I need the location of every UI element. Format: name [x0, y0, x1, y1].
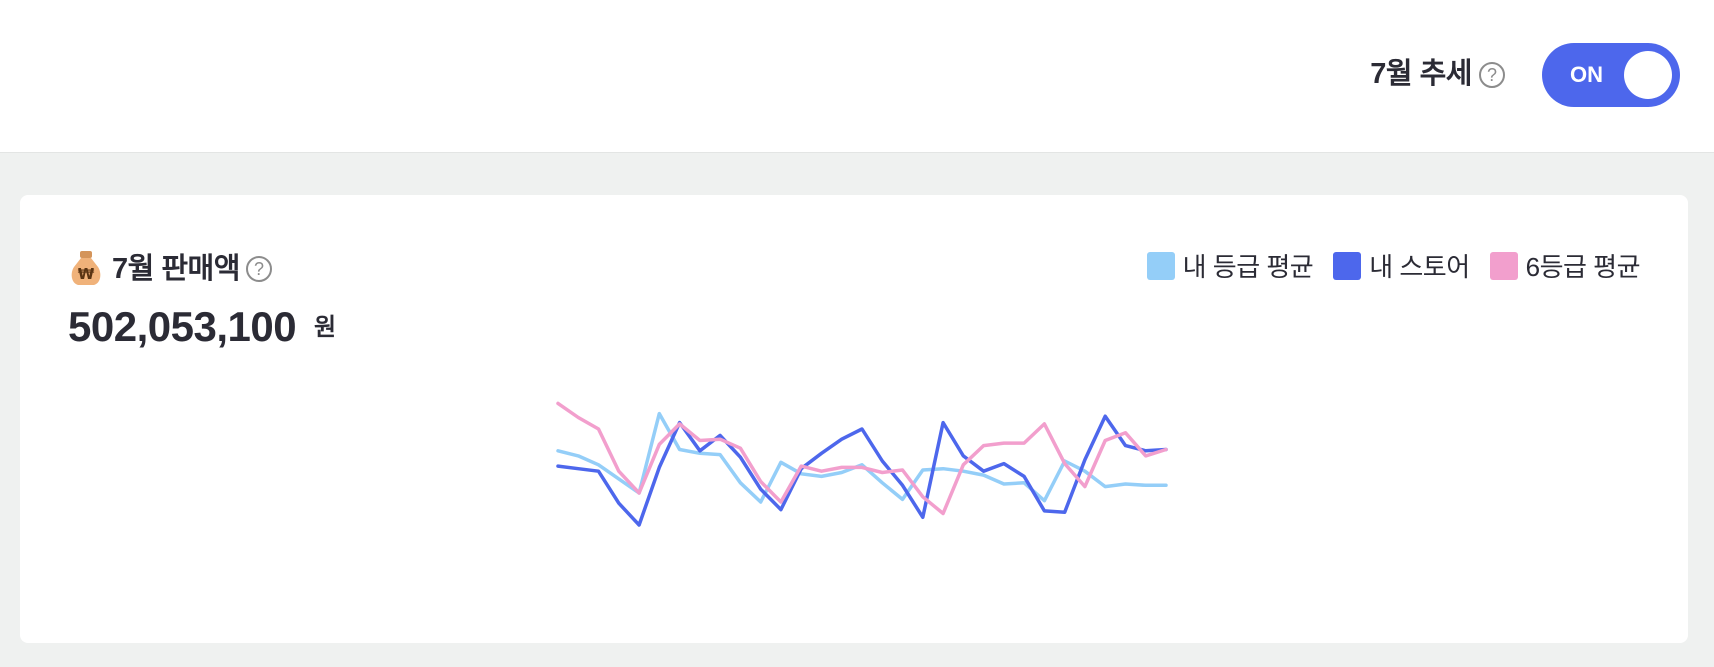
toggle-label: ON — [1570, 62, 1603, 87]
trend-label: 7월 추세 — [1370, 58, 1472, 90]
sales-trend-chart — [556, 401, 1168, 527]
toggle-knob — [1624, 51, 1672, 99]
top-bar: 7월 추세 ? ON — [0, 0, 1714, 153]
trend-toggle[interactable]: ON — [1542, 43, 1680, 107]
help-icon[interactable]: ? — [1479, 62, 1505, 88]
sales-card: ₩ 7월 판매액 ? 502,053,100 원 내 등급 평균 내 스토어 6… — [20, 195, 1688, 643]
